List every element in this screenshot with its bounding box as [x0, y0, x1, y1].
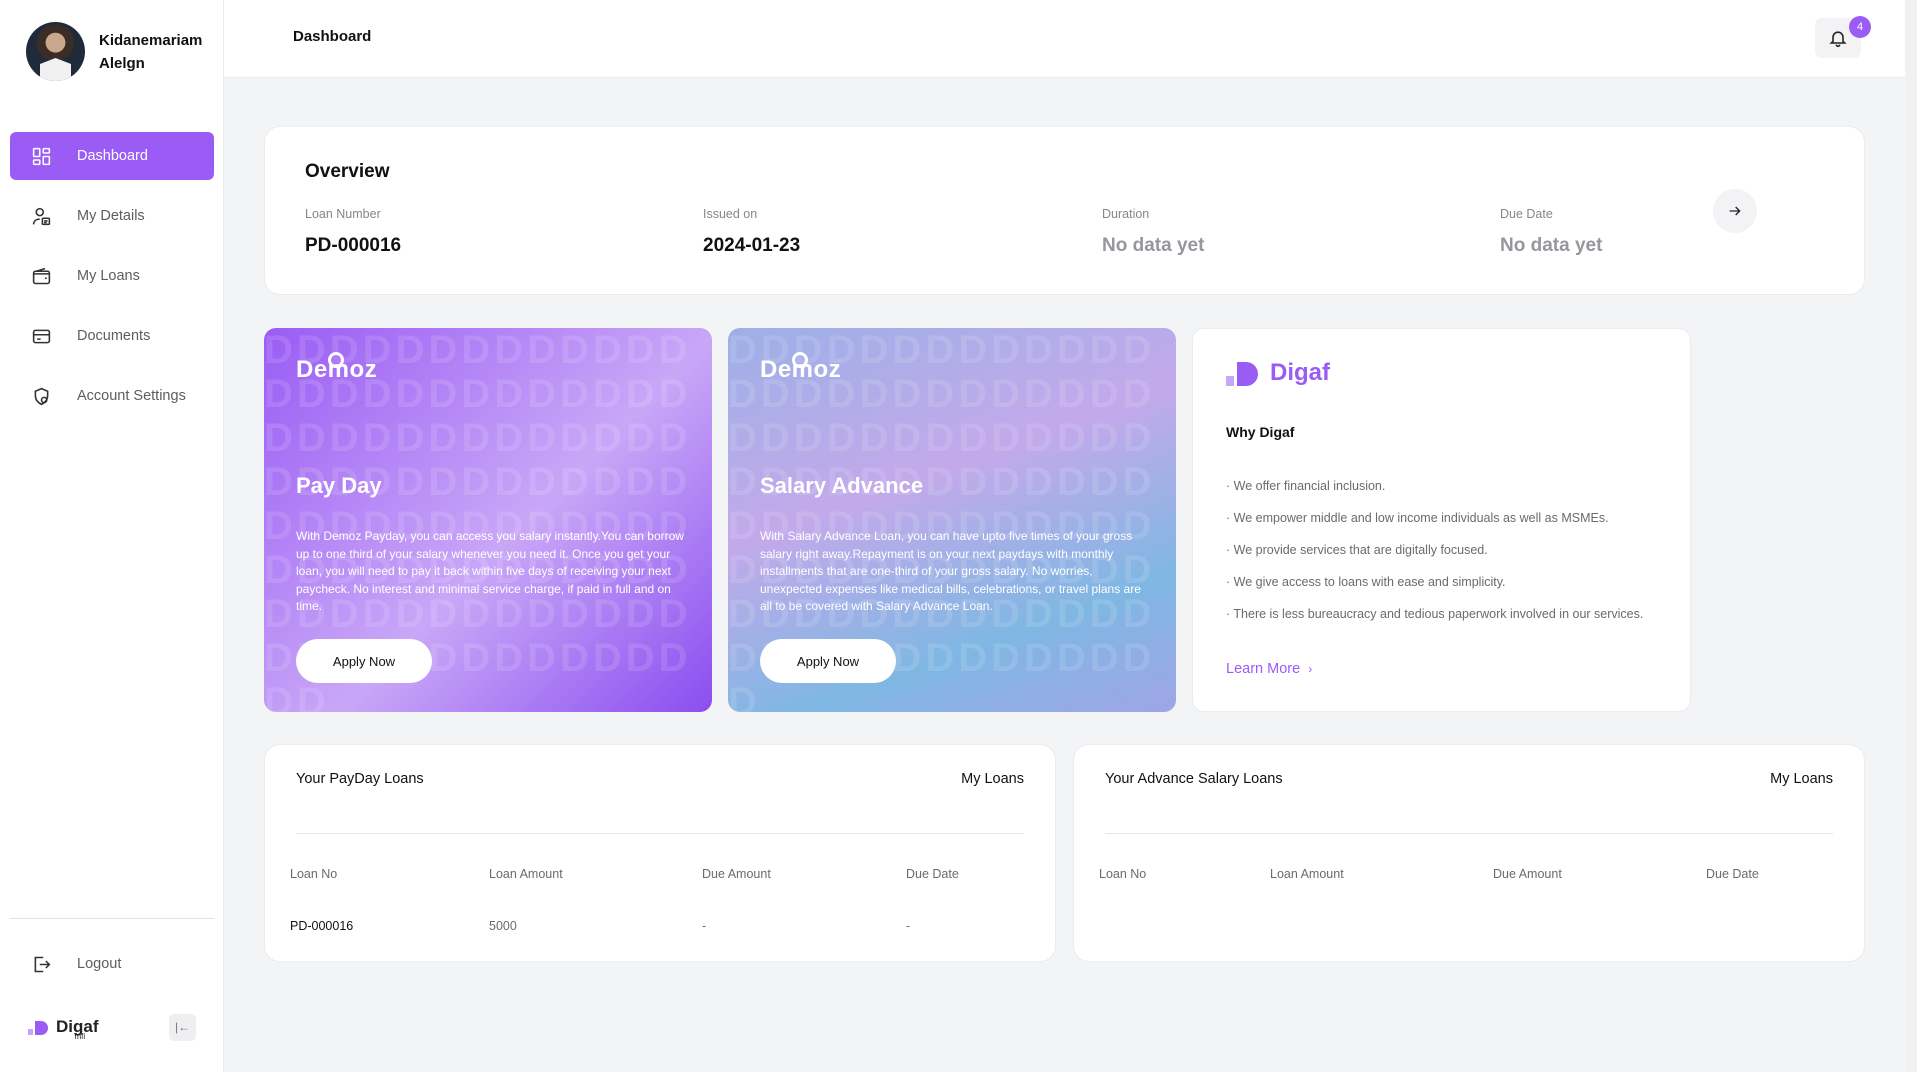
my-loans-link[interactable]: My Loans	[961, 771, 1024, 787]
sidebar-item-label: Dashboard	[77, 148, 148, 164]
list-item: We offer financial inclusion.	[1226, 479, 1643, 511]
advance-salary-loans-card: Your Advance Salary Loans My Loans Loan …	[1073, 744, 1865, 962]
logout: Logout	[10, 940, 214, 1000]
divider	[296, 833, 1024, 834]
list-item: We provide services that are digitally f…	[1226, 543, 1643, 575]
brand-sub: mfi	[74, 1032, 86, 1041]
overview-details-button[interactable]	[1713, 189, 1757, 233]
digaf-logo-mark-icon	[28, 1021, 48, 1035]
user-name: Kidanemariam Alelgn	[99, 31, 203, 72]
demoz-logo: Demoz	[760, 352, 841, 384]
page-title: Dashboard	[293, 28, 372, 45]
payday-apply-button[interactable]: Apply Now	[296, 639, 432, 683]
issued-on-field: Issued on 2024-01-23	[703, 207, 800, 257]
sidebar-footer: Digaf mfi |←	[28, 1010, 196, 1044]
due-date-field: Due Date No data yet	[1500, 207, 1602, 257]
column-header: Due Amount	[702, 867, 771, 881]
settings-shield-icon	[29, 384, 53, 408]
field-label: Loan Number	[305, 207, 381, 221]
arrow-right-icon	[1729, 206, 1741, 216]
table-cell: -	[702, 919, 707, 933]
duration-field: Duration No data yet	[1102, 207, 1204, 257]
logout-icon	[29, 952, 53, 976]
payday-loans-card: Your PayDay Loans My Loans Loan No Loan …	[264, 744, 1056, 962]
promo-description: With Demoz Payday, you can access you sa…	[296, 529, 684, 613]
column-header: Loan Amount	[489, 867, 563, 881]
column-header: Due Amount	[1493, 867, 1562, 881]
sidebar-item-my-loans[interactable]: My Loans	[10, 252, 214, 300]
scrollbar[interactable]	[1905, 0, 1917, 1072]
dashboard-icon	[29, 144, 53, 168]
column-header: Loan No	[290, 867, 338, 881]
digaf-logo: Digaf	[1226, 359, 1330, 387]
overview-title: Overview	[305, 161, 390, 182]
sidebar-item-documents[interactable]: Documents	[10, 312, 214, 360]
avatar	[26, 22, 85, 81]
card-title: Your Advance Salary Loans	[1105, 771, 1283, 787]
payday-promo-card: DDDDDDDDDDDDDDDDDDDDDDDDDDDDDDDDDDDDDDDD…	[264, 328, 712, 712]
table-cell: -	[906, 919, 911, 933]
card-icon	[29, 324, 53, 348]
salary-advance-promo-card: DDDDDDDDDDDDDDDDDDDDDDDDDDDDDDDDDDDDDDDD…	[728, 328, 1176, 712]
sidebar: Kidanemariam Alelgn Dashboard My Details…	[0, 0, 224, 1072]
sidebar-item-label: My Details	[77, 208, 145, 224]
field-value: No data yet	[1500, 235, 1603, 256]
notifications-button[interactable]: 4	[1815, 16, 1871, 58]
field-value: PD-000016	[305, 235, 402, 256]
list-item: We empower middle and low income individ…	[1226, 511, 1643, 543]
sidebar-item-account-settings[interactable]: Account Settings	[10, 372, 214, 420]
field-label: Due Date	[1500, 207, 1553, 221]
bell-icon	[1829, 31, 1847, 48]
list-item: We give access to loans with ease and si…	[1226, 575, 1643, 607]
sidebar-nav: Dashboard My Details My Loans Documents …	[10, 132, 214, 432]
collapse-sidebar-button[interactable]: |←	[169, 1013, 196, 1041]
wallet-icon	[29, 264, 53, 288]
user-profile[interactable]: Kidanemariam Alelgn	[26, 22, 202, 81]
promo-title: Salary Advance	[760, 473, 924, 498]
list-item: There is less bureaucracy and tedious pa…	[1226, 607, 1643, 639]
card-header: Your Advance Salary Loans My Loans	[1105, 771, 1833, 787]
demoz-logo: Demoz	[296, 352, 377, 384]
notification-badge: 4	[1849, 16, 1871, 38]
sidebar-item-label: Documents	[77, 328, 151, 344]
table-cell: PD-000016	[290, 919, 354, 933]
why-digaf-card: Digaf Why Digaf We offer financial inclu…	[1192, 328, 1691, 712]
why-title: Why Digaf	[1226, 424, 1295, 440]
salary-advance-apply-button[interactable]: Apply Now	[760, 639, 896, 683]
field-value: 2024-01-23	[703, 235, 801, 256]
divider	[1105, 833, 1833, 834]
sidebar-item-my-details[interactable]: My Details	[10, 192, 214, 240]
why-list: We offer financial inclusion. We empower…	[1226, 479, 1643, 639]
learn-more-link[interactable]: Learn More ›	[1226, 661, 1312, 677]
field-value: No data yet	[1102, 235, 1205, 256]
loan-number-field: Loan Number PD-000016	[305, 207, 401, 257]
field-label: Issued on	[703, 207, 758, 221]
column-header: Loan No	[1099, 867, 1147, 881]
column-header: Due Date	[906, 867, 959, 881]
card-title: Your PayDay Loans	[296, 771, 424, 787]
topbar: Dashboard 4	[224, 0, 1905, 78]
chevron-right-icon: ›	[1308, 662, 1313, 676]
user-details-icon	[29, 204, 53, 228]
column-header: Due Date	[1706, 867, 1759, 881]
table-cell: 5000	[489, 919, 517, 933]
sidebar-divider	[10, 918, 214, 919]
sidebar-item-label: My Loans	[77, 268, 140, 284]
digaf-logo-mark-icon	[1226, 362, 1258, 386]
digaf-logo: Digaf mfi	[28, 1017, 99, 1041]
field-label: Duration	[1102, 207, 1150, 221]
column-header: Loan Amount	[1270, 867, 1344, 881]
promo-description: With Salary Advance Loan, you can have u…	[760, 529, 1141, 613]
overview-card: Overview Loan Number PD-000016 Issued on…	[264, 126, 1865, 295]
collapse-icon: |←	[174, 1020, 191, 1034]
logout-button[interactable]: Logout	[10, 940, 214, 988]
my-loans-link[interactable]: My Loans	[1770, 771, 1833, 787]
logout-label: Logout	[77, 956, 122, 972]
card-header: Your PayDay Loans My Loans	[296, 771, 1024, 787]
sidebar-item-label: Account Settings	[77, 388, 186, 404]
promo-title: Pay Day	[296, 473, 382, 498]
sidebar-item-dashboard[interactable]: Dashboard	[10, 132, 214, 180]
